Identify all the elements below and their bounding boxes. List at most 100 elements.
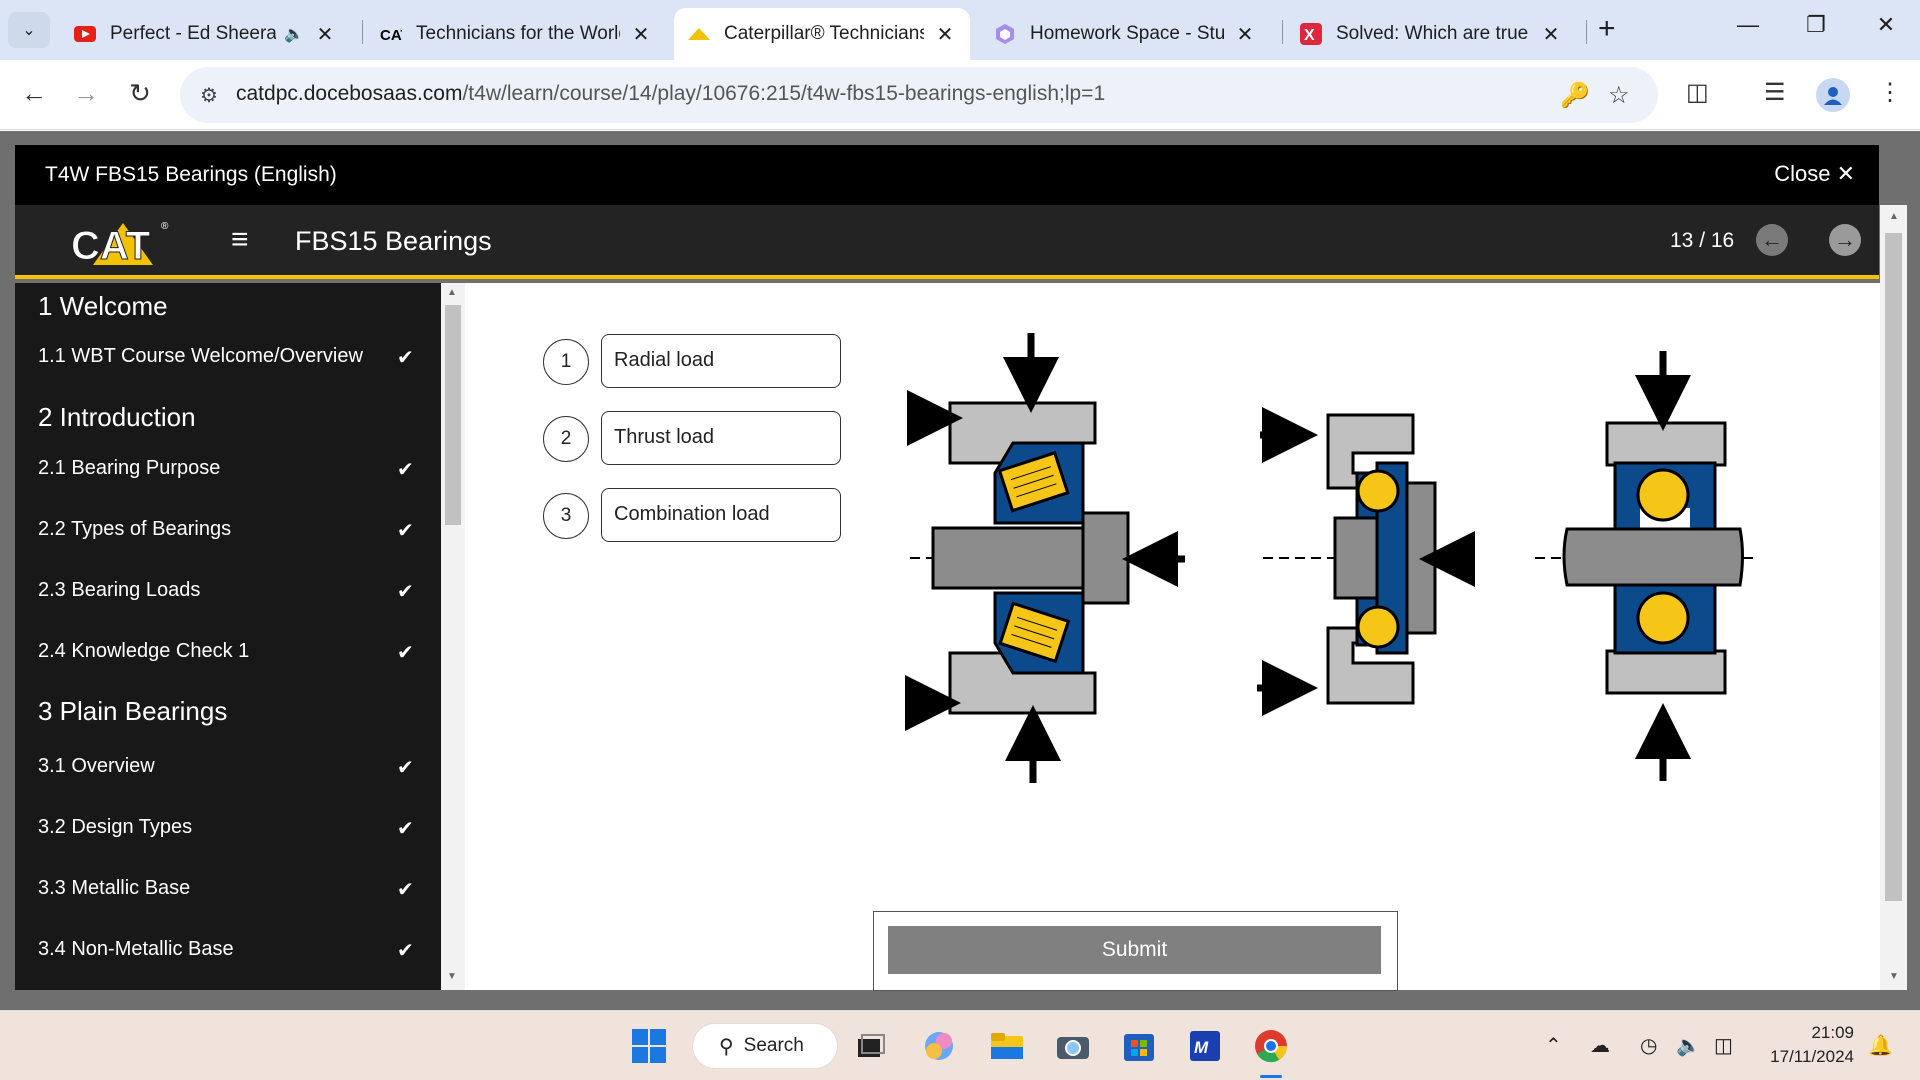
close-course-button[interactable]: Close ✕ (1774, 161, 1855, 187)
option-number-1: 1 (543, 339, 589, 385)
site-settings-icon[interactable]: ⚙ (200, 83, 218, 108)
battery-icon[interactable]: ◫ (1714, 1033, 1733, 1058)
windows-start-icon[interactable] (628, 1025, 670, 1067)
check-icon: ✔ (397, 642, 414, 664)
browser-tab-strip: ⌄ Perfect - Ed Sheeran ( 🔈 ✕ CAT Technic… (0, 0, 1920, 60)
tab-search-button[interactable]: ⌄ (8, 12, 50, 48)
notification-bell-icon[interactable]: 🔔 (1868, 1033, 1893, 1058)
content-scroll-thumb[interactable] (1885, 233, 1902, 901)
minimize-icon[interactable]: — (1728, 12, 1768, 38)
profile-avatar-icon[interactable] (1816, 78, 1850, 112)
option-label-thrust-load[interactable]: Thrust load (601, 411, 841, 465)
svg-text:CAT: CAT (71, 224, 150, 267)
tab-cat-technicians[interactable]: CAT Technicians for the World ✕ (366, 8, 666, 60)
sidebar-scroll-thumb[interactable] (445, 305, 461, 525)
tab-close-icon[interactable]: ✕ (630, 22, 652, 47)
check-icon: ✔ (397, 818, 414, 840)
password-key-icon[interactable]: 🔑 (1560, 81, 1590, 110)
scroll-up-icon[interactable]: ▲ (1889, 211, 1899, 222)
back-arrow-icon[interactable]: ← (16, 78, 52, 109)
sidebar-item[interactable]: 3.4 Non-Metallic Base (38, 938, 438, 961)
check-icon: ✔ (397, 757, 414, 779)
camera-icon[interactable] (1052, 1025, 1094, 1067)
option-number-2: 2 (543, 416, 589, 462)
module-title: FBS15 Bearings (295, 226, 492, 256)
previous-page-icon[interactable]: ← (1756, 224, 1788, 256)
volume-icon[interactable]: 🔈 (1676, 1033, 1701, 1058)
tab-close-icon[interactable]: ✕ (934, 22, 956, 47)
check-icon: ✔ (397, 940, 414, 962)
sidebar-item[interactable]: 3.2 Design Types (38, 816, 438, 839)
tab-caterpillar-active[interactable]: Caterpillar® Technicians ✕ (674, 8, 970, 60)
svg-text:M: M (1194, 1038, 1209, 1057)
speaker-icon[interactable]: 🔈 (284, 24, 304, 44)
sidebar-item[interactable]: 2.2 Types of Bearings (38, 518, 438, 541)
media-control-icon[interactable]: ☰ (1764, 78, 1786, 107)
scroll-up-icon[interactable]: ▲ (447, 287, 457, 298)
svg-text:®: ® (161, 221, 169, 232)
sidebar-scrollbar[interactable]: ▲ ▼ (441, 283, 465, 990)
thrust-ball-bearing-diagram[interactable] (1257, 407, 1475, 716)
tab-close-icon[interactable]: ✕ (1234, 22, 1256, 47)
sidebar-section-heading[interactable]: 1 Welcome (38, 291, 168, 322)
sidebar-item[interactable]: 2.1 Bearing Purpose (38, 457, 438, 480)
submit-button[interactable]: Submit (888, 926, 1381, 974)
forward-arrow-icon[interactable]: → (68, 78, 104, 109)
extensions-icon[interactable]: ◫ (1686, 78, 1709, 107)
file-explorer-icon[interactable] (986, 1025, 1028, 1067)
new-tab-icon[interactable]: + (1598, 14, 1616, 44)
restore-icon[interactable]: ❐ (1796, 12, 1836, 38)
sidebar-item[interactable]: 2.3 Bearing Loads (38, 579, 438, 602)
option-label-radial-load[interactable]: Radial load (601, 334, 841, 388)
chrome-icon[interactable] (1250, 1025, 1292, 1067)
search-icon: ⚲ (719, 1035, 734, 1058)
chegg-icon: X (1300, 23, 1322, 45)
show-hidden-icons-icon[interactable]: ⌃ (1545, 1033, 1562, 1058)
reload-icon[interactable]: ↻ (122, 78, 158, 109)
next-page-icon[interactable]: → (1829, 224, 1861, 256)
address-bar[interactable]: ⚙ catdpc.docebosaas.com/t4w/learn/course… (180, 67, 1658, 123)
browser-toolbar: ← → ↻ ⚙ catdpc.docebosaas.com/t4w/learn/… (0, 60, 1920, 130)
sidebar-section-heading[interactable]: 2 Introduction (38, 402, 196, 433)
taskbar-search[interactable]: ⚲ Search (692, 1023, 838, 1069)
bookmark-star-icon[interactable]: ☆ (1608, 81, 1630, 110)
course-title: T4W FBS15 Bearings (English) (45, 163, 337, 186)
window-close-icon[interactable]: ✕ (1866, 12, 1906, 38)
windows-taskbar: ⚲ Search M ⌃ ☁ ◷ 🔈 ◫ 21:09 17/11/2024 🔔 (0, 1010, 1920, 1080)
copilot-icon[interactable] (918, 1025, 960, 1067)
check-icon: ✔ (397, 879, 414, 901)
page-counter: 13 / 16 (1670, 229, 1735, 252)
check-icon: ✔ (397, 347, 414, 369)
tab-close-icon[interactable]: ✕ (1540, 22, 1562, 47)
sidebar-item[interactable]: 3.1 Overview (38, 755, 438, 778)
system-clock[interactable]: 21:09 17/11/2024 (1762, 1021, 1854, 1069)
submit-frame: Submit (873, 911, 1398, 991)
wifi-icon[interactable]: ◷ (1640, 1033, 1657, 1058)
onedrive-cloud-icon[interactable]: ☁ (1590, 1033, 1610, 1058)
microsoft-store-icon[interactable] (1118, 1025, 1160, 1067)
menu-kebab-icon[interactable]: ⋮ (1878, 78, 1902, 107)
sidebar-item[interactable]: 1.1 WBT Course Welcome/Overview (38, 345, 438, 368)
tapered-roller-bearing-diagram[interactable] (905, 333, 1185, 783)
check-icon: ✔ (397, 459, 414, 481)
tab-close-icon[interactable]: ✕ (314, 22, 336, 47)
bearing-load-diagrams (905, 333, 1757, 783)
scroll-down-icon[interactable]: ▼ (447, 971, 457, 982)
sidebar-section-heading[interactable]: 3 Plain Bearings (38, 696, 227, 727)
scroll-down-icon[interactable]: ▼ (1889, 971, 1899, 982)
task-view-icon[interactable] (850, 1025, 892, 1067)
tab-chegg-solved[interactable]: X Solved: Which are true st ✕ (1286, 8, 1576, 60)
sidebar-item[interactable]: 2.4 Knowledge Check 1 (38, 640, 438, 663)
radial-ball-bearing-diagram[interactable] (1535, 351, 1757, 781)
active-app-indicator (1260, 1075, 1282, 1078)
option-label-combination-load[interactable]: Combination load (601, 488, 841, 542)
menu-hamburger-icon[interactable]: ≡ (231, 223, 249, 257)
option-number-3: 3 (543, 493, 589, 539)
mathtype-app-icon[interactable]: M (1184, 1025, 1226, 1067)
content-scrollbar[interactable]: ▲ ▼ (1880, 205, 1907, 990)
tab-homework-space[interactable]: Homework Space - Study ✕ (980, 8, 1270, 60)
url-text[interactable]: catdpc.docebosaas.com/t4w/learn/course/1… (236, 82, 1105, 106)
tab-youtube[interactable]: Perfect - Ed Sheeran ( 🔈 ✕ (60, 8, 350, 60)
clock-date: 17/11/2024 (1770, 1047, 1854, 1066)
sidebar-item[interactable]: 3.3 Metallic Base (38, 877, 438, 900)
